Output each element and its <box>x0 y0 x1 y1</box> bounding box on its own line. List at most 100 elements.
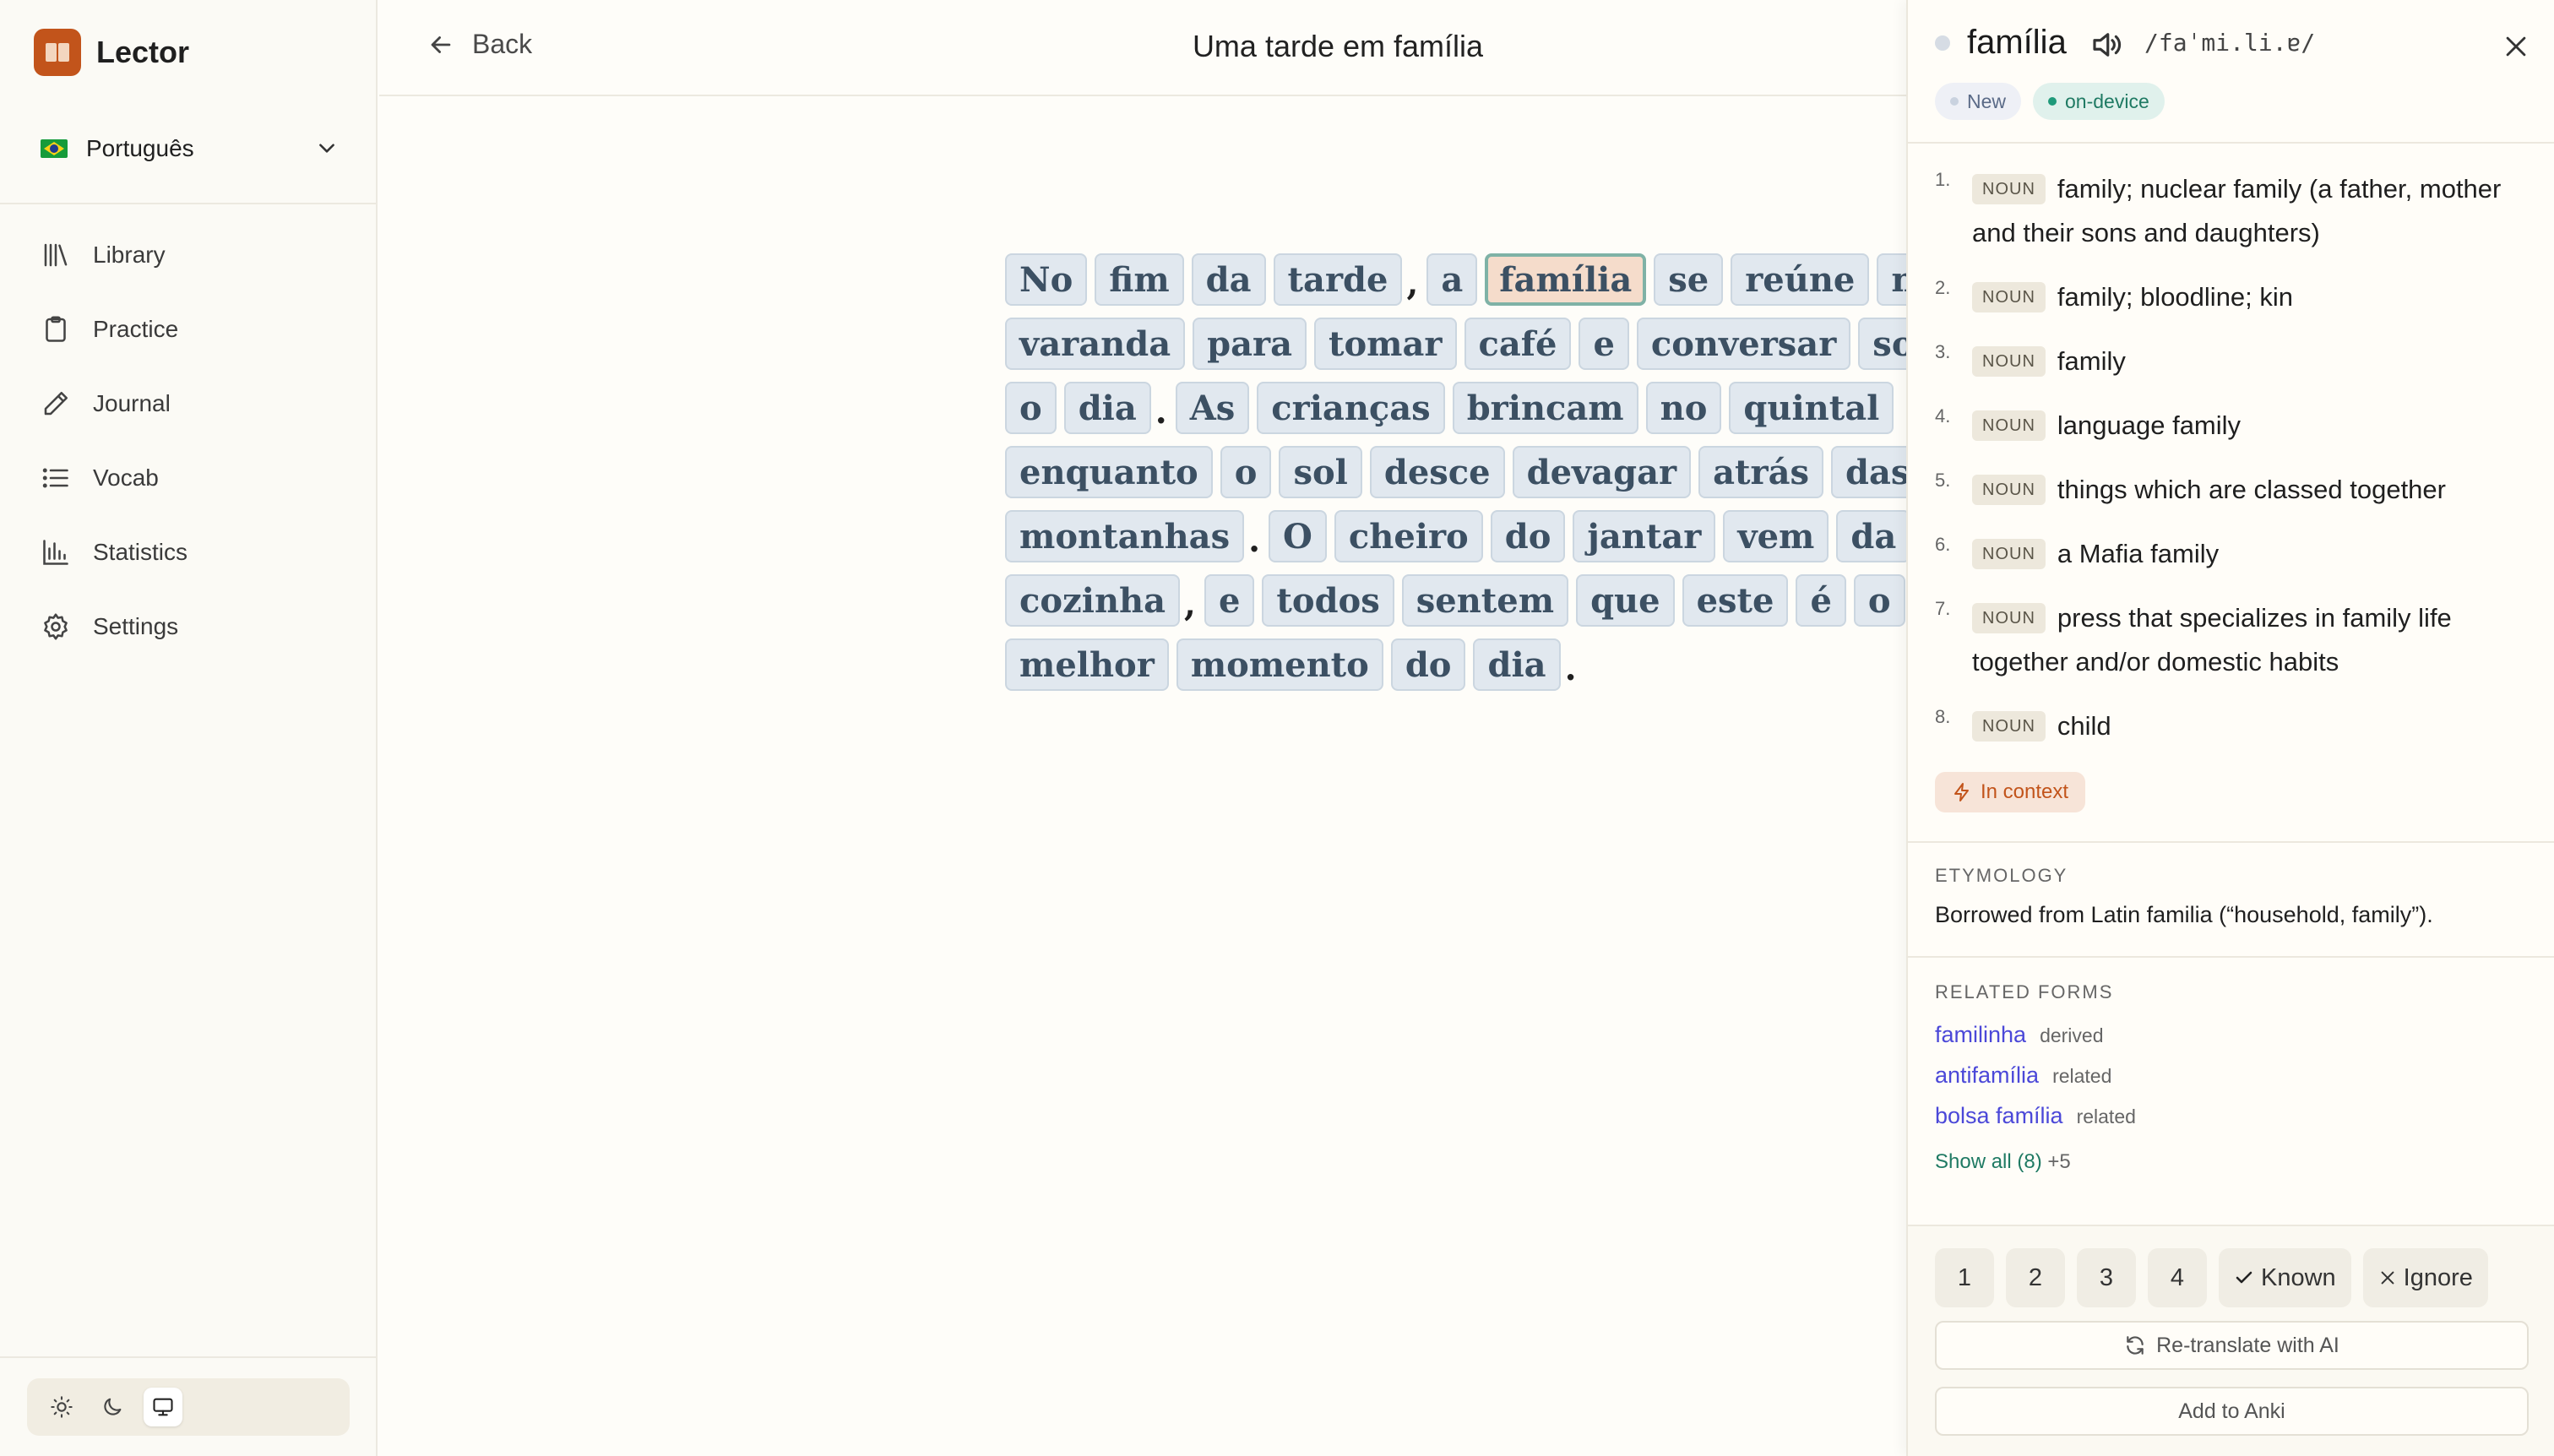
related-form-link[interactable]: antifamília <box>1935 1062 2039 1089</box>
word-token[interactable]: quintal <box>1729 382 1894 434</box>
in-context-button[interactable]: In context <box>1935 772 2086 812</box>
word-token[interactable]: momento <box>1176 638 1383 691</box>
word-token[interactable]: a <box>1426 253 1478 306</box>
definition-item: 6. NOUN a Mafia family <box>1935 532 2535 576</box>
pencil-icon <box>44 391 68 416</box>
sidebar-item-journal[interactable]: Journal <box>0 367 376 441</box>
related-form-link[interactable]: bolsa família <box>1935 1103 2063 1129</box>
word-token[interactable]: tomar <box>1314 318 1457 370</box>
definition-item: 8. NOUN child <box>1935 704 2535 748</box>
word-token[interactable]: atrás <box>1698 446 1824 498</box>
rating-1-button[interactable]: 1 <box>1935 1248 1994 1307</box>
ignore-button[interactable]: Ignore <box>2362 1248 2488 1307</box>
word-token[interactable]: da <box>1836 510 1911 562</box>
word-token[interactable]: devagar <box>1512 446 1692 498</box>
definition-item: 3. NOUN family <box>1935 340 2535 383</box>
back-button[interactable]: Back <box>427 29 532 60</box>
word-token[interactable]: cheiro <box>1334 510 1483 562</box>
word-token[interactable]: brincam <box>1452 382 1638 434</box>
word-token[interactable]: sentem <box>1401 574 1569 627</box>
light-theme-button[interactable] <box>42 1388 81 1426</box>
word-token[interactable]: vem <box>1723 510 1829 562</box>
known-label: Known <box>2261 1263 2336 1291</box>
sidebar: Lector Português Library Practice Journa… <box>0 0 378 1456</box>
word-token[interactable]: o <box>1220 446 1272 498</box>
brand[interactable]: Lector <box>34 29 189 76</box>
definition-number: 4. <box>1935 405 1951 426</box>
word-token[interactable]: dia <box>1063 382 1151 434</box>
brazil-flag-icon <box>41 139 68 158</box>
word-token[interactable]: jantar <box>1573 510 1716 562</box>
part-of-speech-badge: NOUN <box>1972 475 2046 505</box>
close-icon[interactable] <box>2502 32 2530 61</box>
word-token[interactable]: o <box>1853 574 1905 627</box>
word-token[interactable]: O <box>1269 510 1327 562</box>
sidebar-divider <box>0 203 376 204</box>
word-token[interactable]: varanda <box>1005 318 1186 370</box>
dark-theme-button[interactable] <box>93 1388 132 1426</box>
word-token[interactable]: do <box>1490 510 1566 562</box>
word-token[interactable]: No <box>1005 253 1088 306</box>
rating-2-button[interactable]: 2 <box>2006 1248 2065 1307</box>
speaker-icon[interactable] <box>2089 27 2124 62</box>
word-token[interactable]: e <box>1579 318 1629 370</box>
sidebar-item-vocab[interactable]: Vocab <box>0 441 376 515</box>
system-theme-button[interactable] <box>144 1388 182 1426</box>
word-token[interactable]: enquanto <box>1005 446 1213 498</box>
part-of-speech-badge: NOUN <box>1972 603 2046 633</box>
ignore-label: Ignore <box>2403 1263 2473 1291</box>
word-token[interactable]: fim <box>1095 253 1184 306</box>
related-form-link[interactable]: familinha <box>1935 1022 2026 1048</box>
retranslate-button[interactable]: Re-translate with AI <box>1935 1321 2529 1370</box>
known-button[interactable]: Known <box>2219 1248 2351 1307</box>
word-token[interactable]: sol <box>1279 446 1362 498</box>
word-token[interactable]: dia <box>1473 638 1561 691</box>
sidebar-item-statistics[interactable]: Statistics <box>0 515 376 589</box>
definition-number: 2. <box>1935 277 1951 298</box>
definition-text: a Mafia family <box>2057 539 2220 568</box>
word-token[interactable]: é <box>1796 574 1846 627</box>
word-token[interactable]: para <box>1193 318 1307 370</box>
word-token[interactable]: todos <box>1262 574 1394 627</box>
definition-text: language family <box>2057 410 2242 440</box>
rating-4-button[interactable]: 4 <box>2148 1248 2207 1307</box>
monitor-icon <box>153 1398 173 1416</box>
related-form-kind: related <box>2052 1065 2112 1087</box>
word-token[interactable]: conversar <box>1636 318 1851 370</box>
word-token[interactable]: montanhas <box>1005 510 1245 562</box>
selected-word-token[interactable]: família <box>1485 253 1647 306</box>
word-token[interactable]: tarde <box>1273 253 1403 306</box>
definition-text: family; bloodline; kin <box>2057 282 2294 312</box>
show-all-label: Show all (8) <box>1935 1150 2042 1173</box>
sidebar-footer-divider <box>0 1356 376 1358</box>
part-of-speech-badge: NOUN <box>1972 174 2046 204</box>
word-token[interactable]: cozinha <box>1005 574 1181 627</box>
status-badge: New <box>1935 83 2022 120</box>
word-token[interactable]: este <box>1682 574 1789 627</box>
word-token[interactable]: e <box>1204 574 1255 627</box>
show-all-related-link[interactable]: Show all (8) +5 <box>1935 1150 2071 1174</box>
word-token[interactable]: desce <box>1369 446 1505 498</box>
word-token[interactable]: que <box>1576 574 1675 627</box>
language-select[interactable]: Português <box>41 128 338 169</box>
word-token[interactable]: o <box>1005 382 1057 434</box>
sidebar-item-library[interactable]: Library <box>0 218 376 292</box>
panel-divider <box>1908 956 2554 958</box>
clipboard-icon <box>46 316 66 342</box>
word-token[interactable]: As <box>1175 382 1250 434</box>
gear-icon <box>44 613 68 640</box>
word-token[interactable]: no <box>1645 382 1722 434</box>
rating-3-button[interactable]: 3 <box>2077 1248 2136 1307</box>
related-forms-heading: RELATED FORMS <box>1935 981 2114 1002</box>
word-token[interactable]: do <box>1390 638 1466 691</box>
word-token[interactable]: da <box>1191 253 1266 306</box>
word-token[interactable]: café <box>1464 318 1572 370</box>
word-detail-panel: família /faˈmi.li.ɐ/ New on-device 1. NOU… <box>1906 0 2554 1456</box>
word-token[interactable]: melhor <box>1005 638 1169 691</box>
add-to-anki-button[interactable]: Add to Anki <box>1935 1387 2529 1436</box>
sidebar-item-practice[interactable]: Practice <box>0 292 376 367</box>
word-token[interactable]: se <box>1654 253 1724 306</box>
word-token[interactable]: reúne <box>1731 253 1870 306</box>
word-token[interactable]: crianças <box>1257 382 1445 434</box>
sidebar-item-settings[interactable]: Settings <box>0 589 376 664</box>
